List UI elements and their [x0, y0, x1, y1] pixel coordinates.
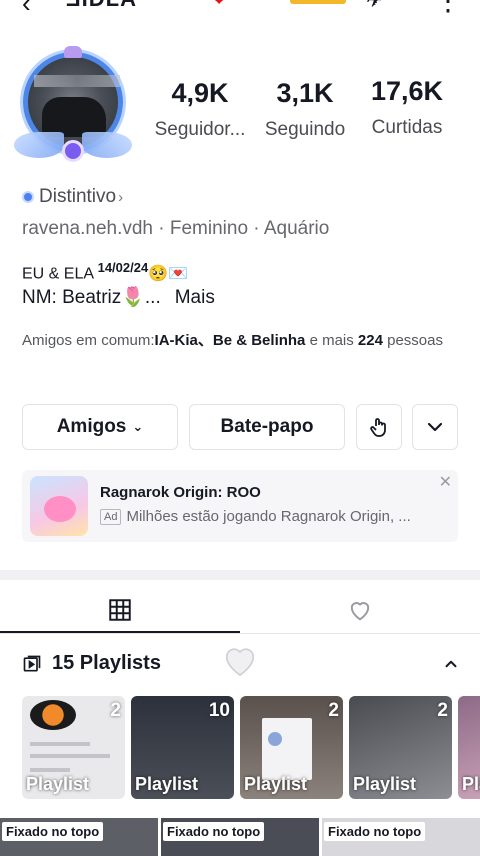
- playlist-label: Playlist: [26, 774, 90, 794]
- bio-line-2: NM: Beatriz🌷... Mais: [22, 287, 215, 308]
- mutual-friends[interactable]: Amigos em comum:IA-Kia、Be & Belinha e ma…: [22, 330, 462, 352]
- section-divider: [0, 570, 480, 580]
- playlist-card[interactable]: 10 Playlist: [131, 696, 234, 799]
- playlist-count: 2: [110, 700, 121, 721]
- tabs-border: [0, 633, 480, 634]
- pinned-tag: Fixado no topo: [2, 822, 104, 841]
- grid-icon: [109, 599, 131, 621]
- playlist-card[interactable]: 2 Playlist: [349, 696, 452, 799]
- more-options-icon[interactable]: ⋮: [434, 0, 462, 14]
- bio-more-link[interactable]: Mais: [175, 287, 215, 308]
- friends-button[interactable]: Amigos ⌄: [22, 404, 178, 450]
- pinned-video[interactable]: Fixado no topo: [0, 818, 158, 856]
- followers-label: Seguidor...: [154, 119, 246, 140]
- pinned-video[interactable]: Fixado no topo: [322, 818, 480, 856]
- wing-emoji-icon: ✈: [366, 0, 383, 12]
- chevron-right-icon: ›: [118, 188, 124, 206]
- playlist-label: Pla: [462, 774, 480, 794]
- mutual-names: IA-Kia、Be & Belinha: [154, 332, 306, 349]
- more-actions-button[interactable]: [412, 404, 458, 450]
- pinned-tag: Fixado no topo: [324, 822, 426, 841]
- stat-likes[interactable]: 17,6K Curtidas: [362, 76, 452, 139]
- playlists-title: 15 Playlists: [52, 652, 161, 674]
- car-silhouette: [42, 97, 106, 137]
- avatar[interactable]: [14, 46, 132, 166]
- playlist-label: Playlist: [244, 774, 308, 794]
- ad-thumbnail: [30, 476, 88, 536]
- chevron-up-icon[interactable]: [440, 655, 462, 673]
- playlists-header: 15 Playlists: [22, 652, 161, 675]
- pinned-video[interactable]: Fixado no topo: [161, 818, 319, 856]
- bio-emojis: 🥺💌: [148, 265, 189, 283]
- chevron-down-icon: [427, 422, 443, 432]
- playlist-label: Playlist: [353, 774, 417, 794]
- chevron-down-icon: ⌄: [132, 419, 144, 434]
- frame-gem-icon: [62, 140, 84, 162]
- ad-subtitle: Ad Milhões estão jogando Ragnarok Origin…: [100, 508, 411, 525]
- heart-outline-icon: [350, 602, 370, 621]
- playlist-label: Playlist: [135, 774, 199, 794]
- frame-crown-icon: [64, 46, 82, 58]
- bio-date: 14/02/24: [97, 260, 149, 275]
- profile-page: ‹ ƎIDLA ❤ ✈ ⋮ 4,9K Seguidor... 3,1K Segu…: [0, 0, 480, 856]
- stat-followers[interactable]: 4,9K Seguidor...: [148, 78, 252, 141]
- following-label: Seguindo: [264, 119, 346, 140]
- tab-videos[interactable]: [0, 584, 240, 636]
- playlist-card[interactable]: 2 Playlist: [22, 696, 125, 799]
- chat-button[interactable]: Bate-papo: [189, 404, 345, 450]
- playlist-count: 10: [208, 700, 230, 721]
- followers-count: 4,9K: [171, 78, 229, 108]
- likes-label: Curtidas: [371, 117, 443, 138]
- badge-icon: [22, 191, 34, 203]
- pinned-tag: Fixado no topo: [163, 822, 265, 841]
- heart-emoji-icon: ❤: [210, 0, 228, 12]
- tab-liked[interactable]: [240, 584, 480, 636]
- badge-link[interactable]: Distintivo ›: [22, 186, 123, 208]
- frame-wing-right-icon: [82, 132, 132, 158]
- poke-button[interactable]: [356, 404, 402, 450]
- sticker-icon: [290, 0, 346, 4]
- following-count: 3,1K: [276, 78, 334, 108]
- likes-count: 17,6K: [370, 76, 444, 106]
- heart-sticker-icon: [225, 648, 255, 676]
- ad-banner[interactable]: Ragnarok Origin: ROO Ad Milhões estão jo…: [22, 470, 458, 542]
- playlist-icon: [23, 655, 41, 671]
- profile-meta: ravena.neh.vdh · Feminino · Aquário: [22, 218, 330, 239]
- close-icon[interactable]: ✕: [439, 472, 452, 492]
- top-bar: ‹ ƎIDLA ❤ ✈ ⋮: [0, 0, 480, 14]
- profile-handle: ƎIDLA: [66, 0, 137, 12]
- mutual-count: 224: [357, 332, 383, 349]
- hand-pointer-icon: [370, 418, 386, 437]
- stat-following[interactable]: 3,1K Seguindo: [258, 78, 352, 141]
- ad-title: Ragnarok Origin: ROO: [100, 484, 261, 501]
- playlist-count: 2: [328, 700, 339, 721]
- ad-tag: Ad: [100, 508, 122, 525]
- playlist-card[interactable]: Pla: [458, 696, 480, 799]
- playlist-count: 2: [437, 700, 448, 721]
- badge-label: Distintivo: [39, 186, 117, 207]
- back-icon[interactable]: ‹: [22, 0, 31, 14]
- bio-line-1: EU & ELA 14/02/24🥺💌: [22, 260, 189, 283]
- frame-wing-left-icon: [14, 132, 64, 158]
- playlist-card[interactable]: 2 Playlist: [240, 696, 343, 799]
